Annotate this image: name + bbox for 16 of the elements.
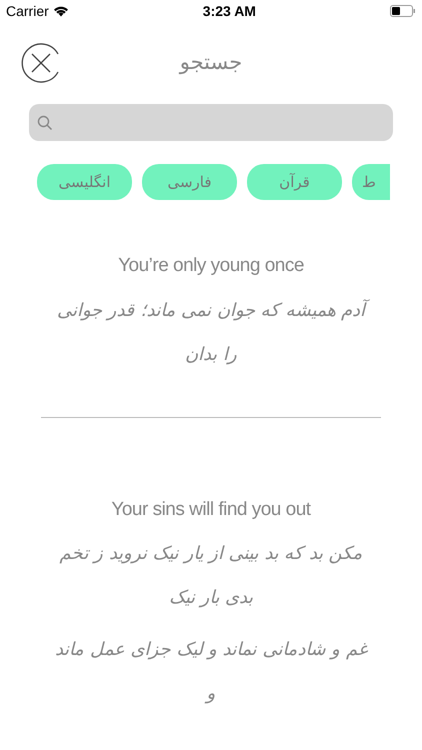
category-chip[interactable]: ط (352, 164, 390, 200)
category-chip[interactable]: قرآن (247, 164, 342, 200)
wifi-icon (52, 5, 69, 17)
persian-proverb: مکن بد که بد بینی از یار نیک نروید ز تخم بدی بار نیک (58, 542, 364, 610)
page-title: جستجو (180, 49, 242, 76)
english-proverb: Your sins will find you out (111, 498, 311, 522)
search-field[interactable] (29, 104, 393, 141)
persian-proverb: غم و شادمانی نماند و لیک جزای عمل ماند و (54, 638, 369, 706)
category-chip[interactable]: فارسی (142, 164, 237, 200)
search-icon (37, 114, 53, 130)
persian-proverb: آدم همیشه که جوان نمی ماند؛ قدر جوانی را بدان (51, 288, 371, 376)
battery-icon (390, 5, 416, 17)
english-proverb: You’re only young once (118, 254, 304, 278)
clock-time: 3:23 AM (202, 2, 256, 20)
category-chip[interactable]: انگلیسی (37, 164, 132, 200)
carrier-label: Carrier (6, 2, 49, 20)
